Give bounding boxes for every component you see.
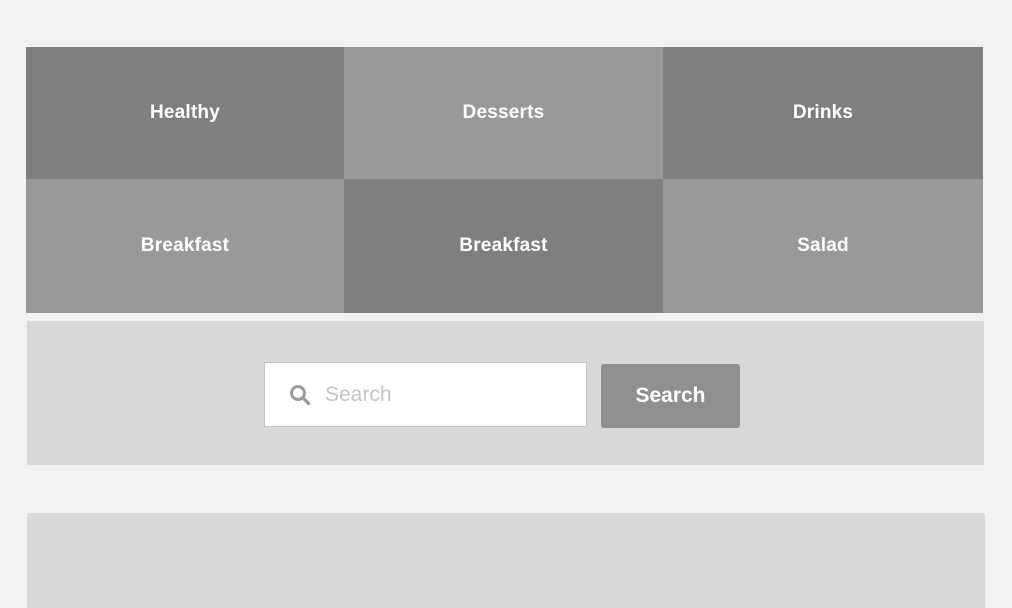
- category-label: Healthy: [149, 102, 221, 123]
- category-tile-breakfast-2[interactable]: Breakfast: [344, 179, 663, 313]
- search-box[interactable]: [264, 362, 587, 427]
- search-panel: Search: [27, 321, 984, 465]
- page: Healthy Desserts Drinks Breakfast Breakf…: [0, 0, 1012, 608]
- category-label: Breakfast: [459, 235, 548, 256]
- category-tile-drinks[interactable]: Drinks: [663, 47, 983, 179]
- search-icon: [289, 384, 311, 406]
- category-label: Drinks: [792, 102, 854, 123]
- search-button[interactable]: Search: [601, 364, 740, 428]
- category-label: Salad: [797, 235, 849, 256]
- search-input[interactable]: [325, 382, 565, 407]
- category-tile-salad[interactable]: Salad: [663, 179, 983, 313]
- category-tile-desserts[interactable]: Desserts: [344, 47, 663, 179]
- category-grid: Healthy Desserts Drinks Breakfast Breakf…: [26, 47, 983, 313]
- content-panel: [27, 513, 985, 608]
- category-tile-healthy[interactable]: Healthy: [26, 47, 344, 179]
- category-label: Breakfast: [140, 235, 230, 256]
- category-tile-breakfast[interactable]: Breakfast: [26, 179, 344, 313]
- category-label: Desserts: [462, 102, 545, 123]
